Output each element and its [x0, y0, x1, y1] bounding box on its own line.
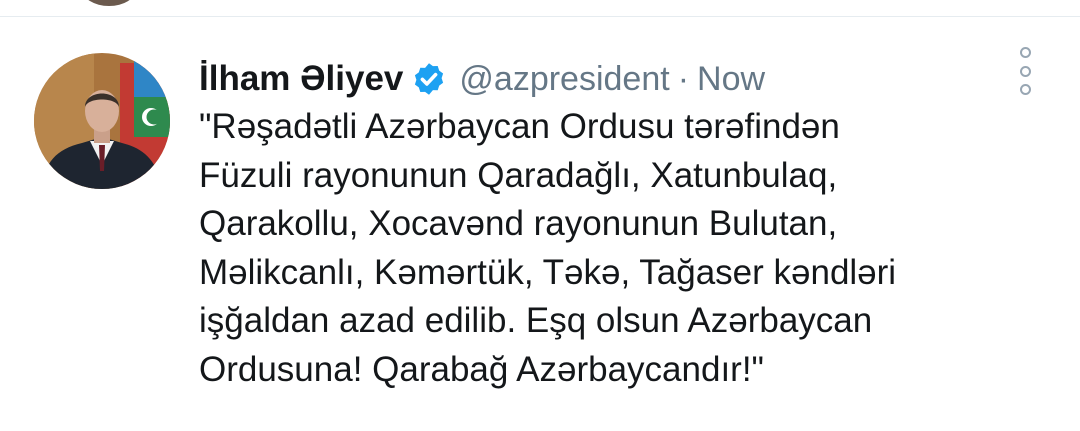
tweet-text-line: Məlikcanlı, Kəmərtük, Təkə, Tağaser kənd… — [199, 252, 897, 292]
previous-tweet-avatar[interactable] — [82, 0, 136, 6]
avatar[interactable] — [34, 53, 170, 189]
tweet-header: İlham Əliyev @azpresident · Now — [199, 57, 765, 101]
more-dot — [1019, 47, 1031, 58]
separator-dot: · — [677, 59, 690, 98]
avatar-image — [34, 53, 170, 189]
tweet-text-line: Ordusuna! Qarabağ Azərbaycandır!" — [199, 349, 764, 389]
author-handle[interactable]: @azpresident — [459, 60, 669, 99]
verified-badge-icon — [411, 61, 447, 97]
tweet-text-line: Füzuli rayonunun Qaradağlı, Xatunbulaq, — [199, 155, 838, 195]
tweet[interactable]: İlham Əliyev @azpresident · Now "Rəşadət… — [0, 17, 1080, 431]
tweet-text-line: Qarakollu, Xocavənd rayonunun Bulutan, — [199, 204, 838, 243]
tweet-timestamp[interactable]: Now — [697, 60, 765, 99]
tweet-text-line: "Rəşadətli Azərbaycan Ordusu tərəfindən — [199, 107, 840, 146]
author-name[interactable]: İlham Əliyev — [199, 59, 403, 99]
more-options-icon[interactable] — [1012, 47, 1038, 95]
tweet-text: "Rəşadətli Azərbaycan Ordusu tərəfindən … — [199, 103, 1059, 394]
tweet-text-line: işğaldan azad edilib. Eşq olsun Azərbayc… — [199, 301, 873, 340]
more-dot — [1019, 84, 1031, 95]
more-dot — [1019, 65, 1031, 77]
